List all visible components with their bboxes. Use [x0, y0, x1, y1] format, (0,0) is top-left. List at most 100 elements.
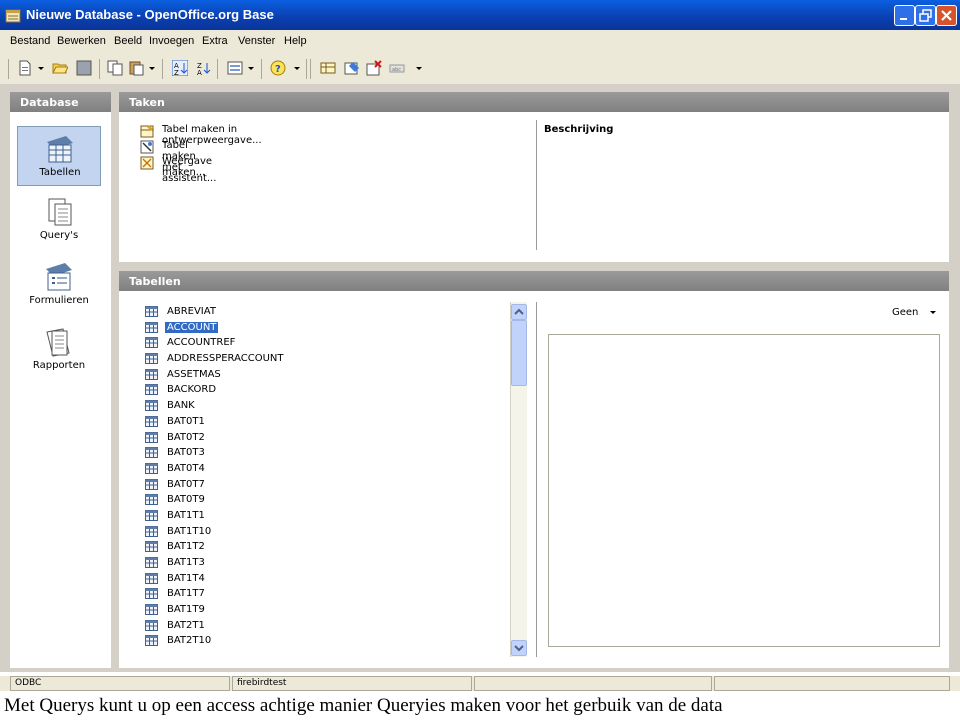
- table-row[interactable]: BAT1T7: [145, 586, 507, 602]
- scroll-thumb[interactable]: [511, 320, 527, 386]
- title-bar: Nieuwe Database - OpenOffice.org Base: [0, 0, 960, 30]
- table-row[interactable]: BAT1T10: [145, 524, 507, 540]
- query-icon[interactable]: [344, 60, 360, 76]
- table-row[interactable]: ABREVIAT: [145, 304, 507, 320]
- table-row[interactable]: BAT1T3: [145, 555, 507, 571]
- table-name: BAT1T7: [167, 588, 205, 600]
- menu-bewerken[interactable]: Bewerken: [57, 35, 106, 47]
- table-name: BAT1T9: [167, 604, 205, 616]
- toolbar-separator: [217, 59, 218, 79]
- toolbar-separator: [99, 59, 100, 79]
- table-name: BAT0T7: [167, 478, 205, 490]
- table-name: BANK: [167, 400, 195, 412]
- table-icon: [145, 478, 158, 490]
- paste-icon[interactable]: [128, 60, 144, 76]
- toolbar-overflow-arrow[interactable]: [416, 67, 422, 70]
- database-item-querys[interactable]: Query's: [17, 190, 101, 250]
- sort-ascending-icon[interactable]: AZ: [172, 60, 188, 76]
- table-row[interactable]: BAT0T9: [145, 492, 507, 508]
- table-icon[interactable]: [320, 60, 336, 76]
- table-icon: [145, 337, 158, 349]
- maximize-button[interactable]: [915, 5, 936, 26]
- table-row[interactable]: BAT0T1: [145, 414, 507, 430]
- chevron-up-icon: [514, 308, 524, 315]
- menu-invoegen[interactable]: Invoegen: [149, 35, 194, 47]
- table-icon: [145, 415, 158, 427]
- menu-help[interactable]: Help: [284, 35, 307, 47]
- table-icon: [145, 306, 158, 317]
- table-row[interactable]: BANK: [145, 398, 507, 414]
- menu-extra[interactable]: Extra: [202, 35, 228, 47]
- database-panel-header: Database: [10, 92, 111, 112]
- database-item-tabellen[interactable]: Tabellen: [17, 126, 101, 186]
- new-dropdown-arrow[interactable]: [38, 67, 44, 70]
- table-row[interactable]: BAT1T2: [145, 539, 507, 555]
- menu-beeld[interactable]: Beeld: [114, 35, 142, 47]
- table-row[interactable]: ADDRESSPERACCOUNT: [145, 351, 507, 367]
- svg-text:?: ?: [275, 64, 281, 75]
- help-dropdown-arrow[interactable]: [294, 67, 300, 70]
- new-document-icon[interactable]: [17, 60, 33, 76]
- close-button[interactable]: [936, 5, 957, 26]
- table-name: BAT0T1: [167, 415, 205, 427]
- scroll-down-button[interactable]: [511, 640, 527, 656]
- delete-icon[interactable]: [366, 60, 382, 76]
- base-app-icon: [5, 9, 21, 23]
- table-row[interactable]: BAT0T4: [145, 461, 507, 477]
- tables-divider: [536, 302, 537, 657]
- table-icon: [145, 368, 158, 380]
- database-item-label: Formulieren: [29, 295, 89, 306]
- table-row[interactable]: BAT2T1: [145, 618, 507, 634]
- table-row[interactable]: BACKORD: [145, 382, 507, 398]
- svg-text:Z: Z: [174, 69, 179, 76]
- menu-venster[interactable]: Venster: [238, 35, 275, 47]
- open-folder-icon[interactable]: [52, 60, 68, 76]
- sort-descending-icon[interactable]: ZA: [195, 60, 211, 76]
- table-row[interactable]: BAT2T10: [145, 633, 507, 649]
- table-icon: [145, 604, 158, 616]
- database-item-label: Tabellen: [39, 167, 81, 178]
- table-row[interactable]: ASSETMAS: [145, 367, 507, 383]
- database-item-formulieren[interactable]: Formulieren: [17, 255, 101, 315]
- preview-select-value: Geen: [892, 307, 919, 318]
- table-icon: [145, 619, 158, 631]
- toolbar-grip: [8, 59, 9, 79]
- help-icon[interactable]: ?: [270, 60, 286, 76]
- status-bar: ODBC firebirdtest: [0, 676, 960, 691]
- toolbar: AZ ZA ? abc: [0, 52, 960, 85]
- paste-dropdown-arrow[interactable]: [149, 67, 155, 70]
- table-name: BAT1T2: [167, 541, 205, 553]
- form-dropdown-arrow[interactable]: [248, 67, 254, 70]
- minimize-button[interactable]: [894, 5, 915, 26]
- preview-select[interactable]: Geen: [892, 307, 936, 318]
- table-row[interactable]: BAT0T2: [145, 430, 507, 446]
- table-list[interactable]: ABREVIAT ACCOUNT ACCOUNTREF ADDRESSPERACCOU…: [145, 304, 507, 656]
- table-row[interactable]: ACCOUNTREF: [145, 335, 507, 351]
- status-connection-type: ODBC: [10, 676, 230, 691]
- table-icon: [145, 557, 158, 568]
- database-item-rapporten[interactable]: Rapporten: [17, 320, 101, 380]
- table-icon: [145, 462, 158, 474]
- table-icon: [145, 588, 158, 600]
- table-name: BAT1T1: [167, 509, 205, 521]
- status-database-name: firebirdtest: [232, 676, 472, 691]
- table-icon: [145, 635, 158, 647]
- table-row[interactable]: ACCOUNT: [145, 320, 507, 336]
- forms-icon: [46, 263, 72, 291]
- table-row[interactable]: BAT1T1: [145, 508, 507, 524]
- scroll-up-button[interactable]: [511, 304, 527, 320]
- form-icon[interactable]: [227, 60, 243, 76]
- rename-icon[interactable]: abc: [389, 60, 405, 76]
- menu-bestand[interactable]: Bestand: [10, 35, 50, 47]
- status-field-3: [474, 676, 712, 691]
- table-list-scrollbar[interactable]: [510, 302, 527, 657]
- table-row[interactable]: BAT0T3: [145, 445, 507, 461]
- table-name: BAT1T4: [167, 572, 205, 584]
- table-row[interactable]: BAT1T9: [145, 602, 507, 618]
- tasks-panel-header: Taken: [119, 92, 949, 112]
- table-row[interactable]: BAT0T7: [145, 477, 507, 493]
- table-name: BAT1T3: [167, 557, 205, 568]
- table-row[interactable]: BAT1T4: [145, 571, 507, 587]
- copy-icon[interactable]: [107, 60, 123, 76]
- save-icon[interactable]: [76, 60, 92, 76]
